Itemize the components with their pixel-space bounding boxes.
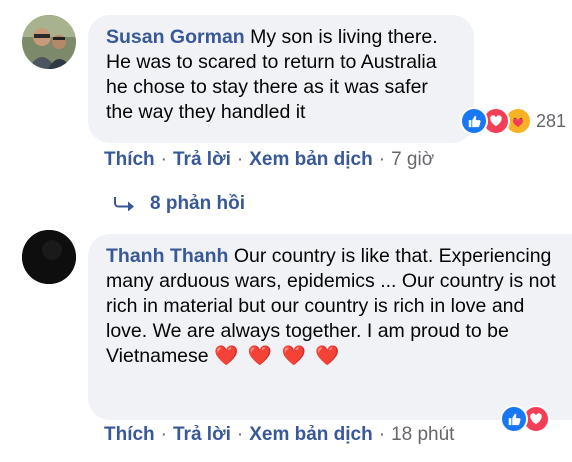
avatar-photo — [22, 230, 76, 284]
comment-author[interactable]: Susan Gorman — [106, 26, 245, 48]
translate-link[interactable]: Xem bản dịch — [249, 424, 373, 445]
comment-bubble: Thanh Thanh Our country is like that. Ex… — [88, 234, 572, 420]
like-icon — [500, 405, 528, 433]
comment-actions: Thích · Trả lời · Xem bản dịch · 7 giờ — [104, 149, 435, 170]
comment-actions: Thích · Trả lời · Xem bản dịch · 18 phút — [104, 424, 455, 445]
comment-author[interactable]: Thanh Thanh — [106, 245, 228, 267]
like-icon — [460, 107, 488, 135]
reaction-count: 281 — [536, 110, 567, 131]
reaction-summary[interactable]: 281 — [460, 107, 566, 135]
avatar-photo — [22, 15, 76, 69]
reply-link[interactable]: Trả lời — [173, 149, 231, 170]
replies-count-label: 8 phản hồi — [150, 193, 245, 214]
avatar-susan-gorman[interactable] — [22, 15, 76, 69]
reaction-summary[interactable] — [500, 405, 550, 433]
reply-arrow-icon — [114, 196, 134, 212]
translate-link[interactable]: Xem bản dịch — [249, 149, 373, 170]
avatar-thanh-thanh[interactable] — [22, 230, 76, 284]
comment-bubble: Susan Gorman My son is living there. He … — [88, 15, 474, 143]
comment-time[interactable]: 7 giờ — [391, 149, 434, 170]
comment-time[interactable]: 18 phút — [391, 424, 454, 445]
view-replies-link[interactable]: 8 phản hồi — [114, 193, 245, 215]
like-link[interactable]: Thích — [104, 424, 155, 445]
reply-link[interactable]: Trả lời — [173, 424, 231, 445]
comment-emoji: ❤️ ❤️ ❤️ ❤️ — [214, 345, 342, 367]
like-link[interactable]: Thích — [104, 149, 155, 170]
